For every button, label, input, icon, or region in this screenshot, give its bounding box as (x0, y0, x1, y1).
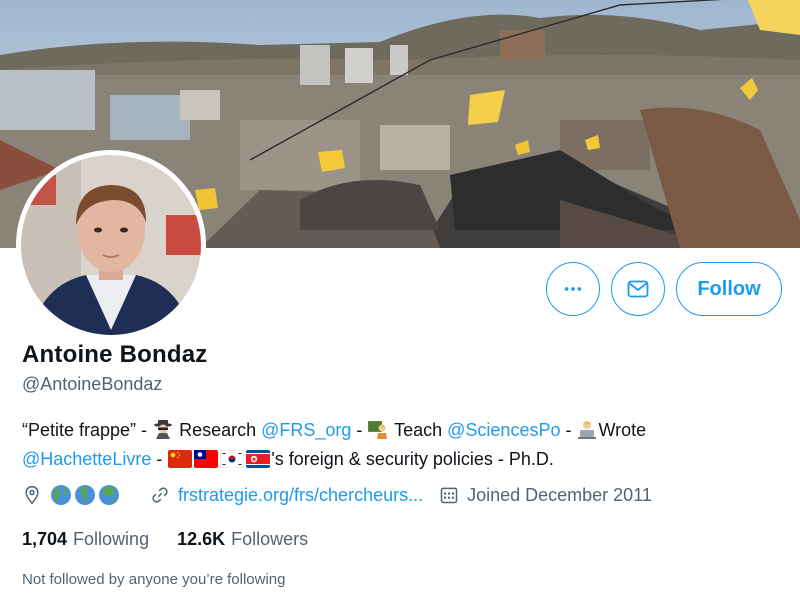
technologist-emoji-icon (578, 421, 597, 439)
follow-stats: 1,704 Following 12.6K Followers (22, 529, 336, 550)
envelope-icon (627, 280, 649, 298)
website-link[interactable]: frstrategie.org/frs/chercheurs... (178, 485, 423, 506)
bio-wrote-label: Wrote (598, 420, 647, 440)
bio-research-label: Research (174, 420, 262, 440)
south-korea-flag-icon (220, 450, 245, 468)
website: frstrategie.org/frs/chercheurs... (150, 485, 423, 506)
profile-meta: frstrategie.org/frs/chercheurs... Joined… (22, 484, 652, 506)
location (22, 484, 150, 506)
bio-separator: - (560, 420, 577, 440)
joined-text: Joined December 2011 (467, 484, 652, 505)
calendar-icon (439, 485, 459, 505)
bio-separator: - (151, 449, 168, 469)
globe-asia-icon (98, 484, 120, 506)
message-button[interactable] (611, 262, 665, 316)
avatar-border (16, 150, 206, 340)
following-label: Following (73, 529, 150, 549)
bio-link-sciencespo[interactable]: @SciencesPo (447, 420, 560, 440)
north-korea-flag-icon (246, 450, 271, 468)
follow-button[interactable]: Follow (676, 262, 782, 316)
taiwan-flag-icon (194, 450, 219, 468)
followers-count: 12.6K (177, 529, 226, 549)
following-count: 1,704 (22, 529, 68, 549)
bio-teach-label: Teach (389, 420, 448, 440)
avatar-photo (21, 155, 201, 335)
profile-name: Antoine Bondaz (22, 341, 208, 368)
more-button[interactable] (546, 262, 600, 316)
globe-europe-africa-icon (74, 484, 96, 506)
bio-quote: “Petite frappe” - (22, 420, 153, 440)
bio-policies-text: 's foreign & security policies - Ph.D. (271, 449, 554, 469)
bio-link-hachette[interactable]: @HachetteLivre (22, 449, 151, 469)
profile-actions: Follow (546, 262, 782, 316)
globe-americas-icon (50, 484, 72, 506)
following-stat[interactable]: 1,704 Following (22, 529, 149, 550)
bio-separator: - (351, 420, 368, 440)
followed-by-note: Not followed by anyone you’re following (22, 571, 286, 588)
location-pin-icon (22, 485, 42, 505)
avatar[interactable] (21, 155, 201, 335)
spy-emoji-icon (154, 420, 173, 439)
china-flag-icon (168, 450, 193, 468)
followers-stat[interactable]: 12.6K Followers (177, 529, 308, 550)
followers-label: Followers (231, 529, 309, 549)
profile-handle: @AntoineBondaz (22, 374, 163, 394)
bio-link-frs[interactable]: @FRS_org (261, 420, 351, 440)
joined-date: Joined December 2011 (439, 485, 652, 506)
teacher-emoji-icon (368, 421, 388, 439)
more-icon (564, 287, 582, 291)
profile-bio: “Petite frappe” - Research @FRS_org - Te… (22, 416, 792, 474)
link-icon (150, 485, 170, 505)
